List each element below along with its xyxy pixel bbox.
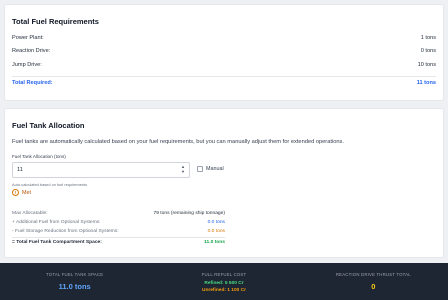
storage-reduction-label: - Fuel Storage Reduction from Optional S… xyxy=(12,229,119,234)
max-allocatable-label: Max Allocatable: xyxy=(12,211,48,216)
fuel-tank-allocation-card: Fuel Tank Allocation Fuel tanks are auto… xyxy=(4,108,444,258)
total-compartment-row: = Total Fuel Tank Compartment Space: 11.… xyxy=(12,239,225,246)
unrefined-cost-value: Unrefined: 1 100 Cr xyxy=(201,288,246,293)
total-fuel-tank-space-label: TOTAL FUEL TANK SPACE xyxy=(46,272,104,277)
fuel-tank-allocation-title: Fuel Tank Allocation xyxy=(12,121,85,130)
max-allocatable-row: Max Allocatable: 79 tons (remaining ship… xyxy=(12,210,225,217)
total-compartment-value: 11.0 tons xyxy=(204,240,225,245)
additional-fuel-value: 0.0 tons xyxy=(207,220,225,225)
summary-footer: TOTAL FUEL TANK SPACE 11.0 tons FULL REF… xyxy=(0,263,448,300)
reaction-drive-thrust-stat: REACTION DRIVE THRUST TOTAL 0 xyxy=(299,263,448,300)
alert-circle-icon: ! xyxy=(12,189,19,196)
additional-fuel-label: + Additional Fuel from Optional Systems: xyxy=(12,220,101,225)
refined-cost-value: Refined: 5 500 Cr xyxy=(204,281,244,286)
chevron-up-down-icon: ▲ ▼ xyxy=(181,164,185,174)
reaction-drive-label: Reaction Drive: xyxy=(12,48,51,54)
auto-calculated-note: Auto-calculated based on fuel requiremen… xyxy=(12,182,88,187)
reaction-drive-row: Reaction Drive: 0 tons xyxy=(12,47,436,55)
fuel-tank-allocation-select[interactable]: 11 ▲ ▼ xyxy=(12,162,190,178)
calc-divider xyxy=(12,237,225,238)
manual-checkbox[interactable] xyxy=(197,166,203,172)
storage-reduction-value: 0.0 tons xyxy=(207,229,225,234)
met-status: ! Met xyxy=(12,189,31,196)
additional-fuel-row: + Additional Fuel from Optional Systems:… xyxy=(12,219,225,226)
manual-toggle[interactable]: Manual xyxy=(197,166,224,172)
full-refuel-cost-label: FULL REFUEL COST xyxy=(201,272,247,277)
fuel-requirements-title: Total Fuel Requirements xyxy=(12,17,99,26)
max-allocatable-value: 79 tons (remaining ship tonnage) xyxy=(153,211,225,216)
jump-drive-value: 10 tons xyxy=(417,62,436,68)
reaction-drive-value: 0 tons xyxy=(420,48,436,54)
fuel-tank-allocation-label: Fuel Tank Allocation (tons) xyxy=(12,154,66,159)
reaction-drive-thrust-value: 0 xyxy=(371,282,376,291)
jump-drive-label: Jump Drive: xyxy=(12,62,42,68)
total-fuel-tank-space-value: 11.0 tons xyxy=(58,282,91,291)
jump-drive-row: Jump Drive: 10 tons xyxy=(12,61,436,69)
allocation-description: Fuel tanks are automatically calculated … xyxy=(12,139,344,145)
power-plant-value: 1 tons xyxy=(420,35,436,41)
power-plant-label: Power Plant: xyxy=(12,35,44,41)
total-compartment-label: = Total Fuel Tank Compartment Space: xyxy=(12,240,102,245)
power-plant-row: Power Plant: 1 tons xyxy=(12,34,436,42)
total-required-value: 11 tons xyxy=(416,80,436,86)
manual-label: Manual xyxy=(206,166,224,172)
full-refuel-cost-stat: FULL REFUEL COST Refined: 5 500 Cr Unref… xyxy=(149,263,298,300)
fuel-requirements-card: Total Fuel Requirements Power Plant: 1 t… xyxy=(4,4,444,101)
total-required-label: Total Required: xyxy=(12,80,53,86)
total-fuel-tank-space-stat: TOTAL FUEL TANK SPACE 11.0 tons xyxy=(0,263,149,300)
storage-reduction-row: - Fuel Storage Reduction from Optional S… xyxy=(12,228,225,235)
reaction-drive-thrust-label: REACTION DRIVE THRUST TOTAL xyxy=(335,272,411,277)
total-required-row: Total Required: 11 tons xyxy=(12,79,436,87)
met-label: Met xyxy=(22,189,31,196)
requirements-divider xyxy=(12,76,436,77)
fuel-tank-allocation-value: 11 xyxy=(17,167,24,173)
